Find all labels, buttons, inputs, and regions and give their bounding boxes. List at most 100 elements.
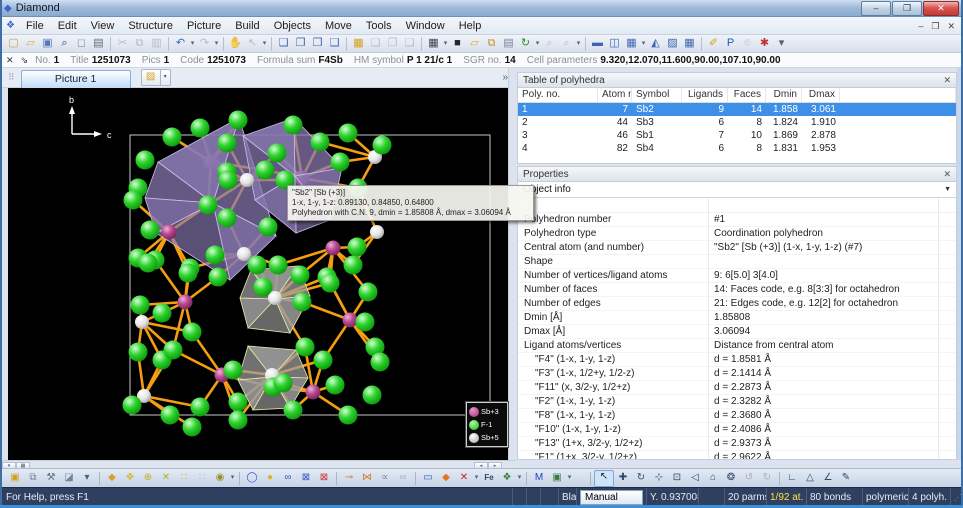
coordination-sphere-icon[interactable]: ◉ — [211, 471, 229, 486]
view-picture-icon[interactable]: ▨ — [664, 36, 681, 52]
picture-tools-icon[interactable]: ⚒ — [42, 471, 60, 486]
menu-view[interactable]: View — [84, 18, 122, 34]
destroy-bonds-dropdown-icon[interactable]: ▾ — [473, 470, 480, 486]
polyhedra-fill-icon[interactable]: ◆ — [437, 471, 455, 486]
print-icon[interactable]: ▤ — [90, 36, 107, 52]
measure-sketch-icon[interactable]: ✎ — [837, 471, 855, 486]
table-row[interactable]: 346Sb17101.8692.878 — [518, 129, 956, 142]
menu-structure[interactable]: Structure — [121, 18, 180, 34]
properties-panel-close-icon[interactable]: ✕ — [943, 169, 951, 180]
table-column-ligands[interactable]: Ligands — [682, 88, 728, 102]
property-row[interactable]: "F2" (1-x, 1-y, 1-z)d = 2.3282 Å — [518, 395, 956, 409]
new-document-icon[interactable]: ▢ — [5, 36, 22, 52]
powder-pattern-icon[interactable]: P — [722, 36, 739, 52]
property-row[interactable]: Number of edges21: Edges code, e.g. 12[2… — [518, 297, 956, 311]
duplicate-picture-icon[interactable]: ❐ — [292, 36, 309, 52]
pair-tool-icon[interactable]: ∝ — [376, 471, 394, 486]
picture-menu-icon[interactable]: ▾ — [78, 471, 96, 486]
table-column-symbol[interactable]: Symbol — [632, 88, 682, 102]
back-view-icon[interactable]: ◁ — [686, 471, 704, 486]
property-row[interactable]: "F4" (1-x, 1-y, 1-z)d = 1.8581 Å — [518, 353, 956, 367]
toolbar-overflow-icon[interactable]: ▾ — [773, 36, 790, 52]
layout-split-icon[interactable]: ◫ — [606, 36, 623, 52]
table-column-dmax[interactable]: Dmax — [802, 88, 840, 102]
zoom-mode-icon[interactable]: ⊡ — [668, 471, 686, 486]
open-folder-icon[interactable]: ▱ — [22, 36, 39, 52]
measure-distance-icon[interactable]: ∟ — [783, 471, 801, 486]
packing-diagram-icon[interactable]: ❖ — [498, 471, 516, 486]
coordination-sphere-dropdown-icon[interactable]: ▾ — [229, 470, 236, 486]
move-mode-icon[interactable]: ✚ — [614, 471, 632, 486]
insert-atom-icon[interactable]: ⊕ — [139, 471, 157, 486]
find-icon[interactable]: ⌕ — [56, 36, 73, 52]
property-row[interactable]: Ligand atoms/verticesDistance from centr… — [518, 339, 956, 353]
destroy-bonds-icon[interactable]: ✕ — [455, 471, 473, 486]
property-row[interactable]: Polyhedron number#1 — [518, 213, 956, 227]
property-row[interactable]: "F13" (1+x, 3/2-y, 1/2+z)d = 2.9373 Å — [518, 437, 956, 451]
new-structure-icon[interactable]: ▱ — [466, 36, 483, 52]
render-view-icon[interactable]: ■ — [449, 36, 466, 52]
packing-diagram-dropdown-icon[interactable]: ▾ — [516, 470, 523, 486]
menu-tools[interactable]: Tools — [359, 18, 399, 34]
menu-help[interactable]: Help — [452, 18, 489, 34]
shift-mode-icon[interactable]: ⊹ — [650, 471, 668, 486]
layout-table-dropdown-icon[interactable]: ▾ — [640, 36, 647, 52]
property-row[interactable]: Dmin [Å]1.85808 — [518, 311, 956, 325]
property-row[interactable]: Shape — [518, 255, 956, 269]
property-row[interactable]: Number of vertices/ligand atoms9: 6[5.0]… — [518, 269, 956, 283]
build-bonds-icon[interactable]: ✕ — [157, 471, 175, 486]
property-row[interactable]: "F3" (1-x, 1/2+y, 1/2-z)d = 2.1414 Å — [518, 367, 956, 381]
close-infobar-icon[interactable]: ✕ — [6, 55, 14, 66]
rotate-mode-icon[interactable]: ↻ — [632, 471, 650, 486]
property-row[interactable]: "F10" (1-x, 1-y, 1-z)d = 2.4086 Å — [518, 423, 956, 437]
spin-view-icon[interactable]: ❂ — [722, 471, 740, 486]
table-column-dmin[interactable]: Dmin — [766, 88, 802, 102]
new-picture-window-icon[interactable]: ❏ — [275, 36, 292, 52]
property-row[interactable]: "F8" (1-x, 1-y, 1-z)d = 2.3680 Å — [518, 409, 956, 423]
update-structure-dropdown-icon[interactable]: ▾ — [534, 36, 541, 52]
mdi-close[interactable]: ✕ — [943, 21, 959, 31]
table-row[interactable]: 17Sb29141.8583.061 — [518, 103, 956, 116]
table-column-atomno[interactable]: Atom no. — [598, 88, 632, 102]
structure-grid-icon[interactable]: ▦ — [425, 36, 442, 52]
photo-view-icon[interactable]: ▣ — [548, 471, 566, 486]
sphere-style-large-icon[interactable]: ◯ — [243, 471, 261, 486]
print-preview-icon[interactable]: ◻ — [73, 36, 90, 52]
home-view-icon[interactable]: ⌂ — [704, 471, 722, 486]
structure-list-icon[interactable]: ⧉ — [483, 36, 500, 52]
menu-window[interactable]: Window — [399, 18, 452, 34]
save-icon[interactable]: ▣ — [39, 36, 56, 52]
table-panel-close-icon[interactable]: ✕ — [943, 75, 951, 86]
menu-file[interactable]: File — [19, 18, 51, 34]
measure-torsion-icon[interactable]: ∠ — [819, 471, 837, 486]
build-polyhedra-icon[interactable]: ◆ — [103, 471, 121, 486]
pointer-tracking-icon[interactable]: ✱ — [756, 36, 773, 52]
mdi-restore[interactable]: ❐ — [927, 21, 943, 31]
pointer-mode-icon[interactable]: ↖ — [594, 470, 614, 487]
layout-single-icon[interactable]: ▬ — [589, 36, 606, 52]
arrange-windows-icon[interactable]: ❑ — [326, 36, 343, 52]
view-distances-icon[interactable]: ◭ — [647, 36, 664, 52]
net-red-icon[interactable]: ⊠ — [315, 471, 333, 486]
minimize-button[interactable]: – — [861, 1, 891, 16]
rotate-picture-icon[interactable]: ❒ — [309, 36, 326, 52]
undo-dropdown-icon[interactable]: ▾ — [189, 36, 196, 52]
update-structure-icon[interactable]: ↻ — [517, 36, 534, 52]
unit-cell-box-icon[interactable]: ▭ — [419, 471, 437, 486]
structure-lock-icon[interactable]: ▤ — [500, 36, 517, 52]
menu-objects[interactable]: Objects — [267, 18, 318, 34]
property-row[interactable]: Central atom (and number)"Sb2" [Sb (+3)]… — [518, 241, 956, 255]
collapse-infobar-icon[interactable]: ⇘ — [21, 55, 29, 66]
add-atoms-icon[interactable]: ❖ — [121, 471, 139, 486]
view-table-icon[interactable]: ▦ — [681, 36, 698, 52]
maximize-button[interactable]: ❐ — [892, 1, 922, 16]
structure-grid-dropdown-icon[interactable]: ▾ — [442, 36, 449, 52]
contact-tool-icon[interactable]: ⋈ — [358, 471, 376, 486]
property-row[interactable]: "F1" (1+x, 3/2-y, 1/2+z)d = 2.9622 Å — [518, 451, 956, 460]
fill-cell-icon[interactable]: ∷ — [175, 471, 193, 486]
properties-wand-icon[interactable]: ✐ — [705, 36, 722, 52]
close-button[interactable]: ✕ — [923, 1, 959, 16]
object-info-dropdown[interactable]: Object info ▼ — [518, 182, 956, 198]
measure-angle-icon[interactable]: △ — [801, 471, 819, 486]
photo-view-dropdown-icon[interactable]: ▾ — [566, 470, 573, 486]
